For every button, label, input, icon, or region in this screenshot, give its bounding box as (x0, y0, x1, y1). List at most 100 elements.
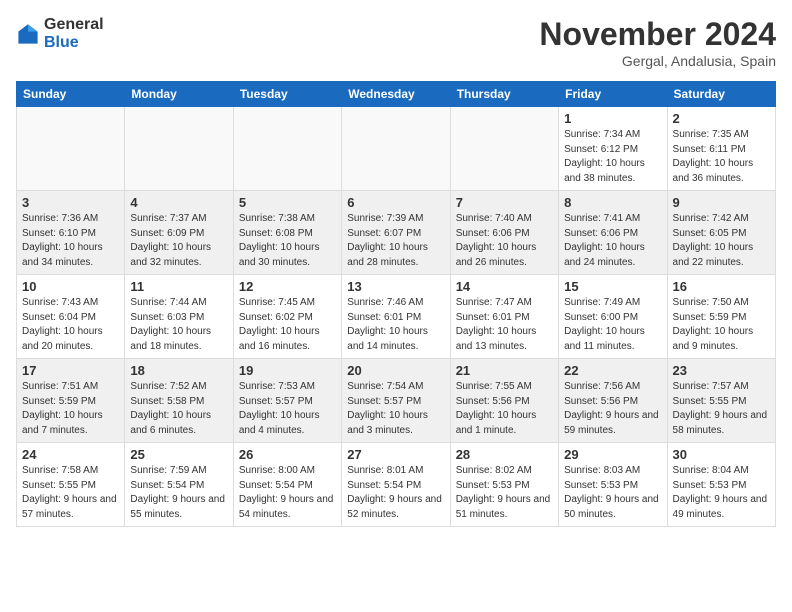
calendar-cell: 30Sunrise: 8:04 AMSunset: 5:53 PMDayligh… (667, 443, 775, 527)
cell-day-number: 10 (22, 279, 119, 294)
calendar-cell: 19 Sunrise: 7:53 AMSunset: 5:57 PMDayligh… (233, 359, 341, 443)
cell-day-number: 2 (673, 111, 770, 126)
cell-info-text: Sunrise: 7:52 AMSunset: 5:58 PMDaylight:… (130, 380, 227, 438)
calendar-header-row: SundayMondayTuesdayWednesdayThursdayFrid… (17, 82, 776, 107)
cell-day-number: 26 (239, 447, 336, 462)
cell-day-number: 12 (239, 279, 336, 294)
calendar-cell: 9 Sunrise: 7:42 AMSunset: 6:05 PMDaylight… (667, 191, 775, 275)
weekday-header-thursday: Thursday (450, 82, 558, 107)
cell-day-number: 15 (564, 279, 661, 294)
calendar-cell: 23 Sunrise: 7:57 AMSunset: 5:55 PMDayligh… (667, 359, 775, 443)
cell-day-number: 19 (239, 363, 336, 378)
cell-info-text: Sunrise: 7:55 AMSunset: 5:56 PMDaylight:… (456, 380, 553, 438)
cell-info-text: Sunrise: 7:56 AMSunset: 5:56 PMDaylight:… (564, 380, 661, 438)
cell-day-number: 6 (347, 195, 444, 210)
calendar-week-row: 1 Sunrise: 7:34 AMSunset: 6:12 PMDaylight… (17, 107, 776, 191)
calendar-cell (342, 107, 450, 191)
calendar-cell: 1 Sunrise: 7:34 AMSunset: 6:12 PMDaylight… (559, 107, 667, 191)
calendar-cell: 11Sunrise: 7:44 AMSunset: 6:03 PMDayligh… (125, 275, 233, 359)
calendar-cell: 10 Sunrise: 7:43 AMSunset: 6:04 PMDayligh… (17, 275, 125, 359)
cell-info-text: Sunrise: 8:02 AMSunset: 5:53 PMDaylight:… (456, 464, 553, 522)
calendar-cell: 3Sunrise: 7:36 AMSunset: 6:10 PMDaylight… (17, 191, 125, 275)
weekday-header-monday: Monday (125, 82, 233, 107)
calendar-cell: 22Sunrise: 7:56 AMSunset: 5:56 PMDayligh… (559, 359, 667, 443)
cell-day-number: 20 (347, 363, 444, 378)
cell-info-text: Sunrise: 7:54 AMSunset: 5:57 PMDaylight:… (347, 380, 444, 438)
cell-info-text: Sunrise: 8:03 AMSunset: 5:53 PMDaylight:… (564, 464, 661, 522)
calendar-cell: 2 Sunrise: 7:35 AMSunset: 6:11 PMDaylight… (667, 107, 775, 191)
logo-general-text: General (44, 16, 104, 34)
calendar-table: SundayMondayTuesdayWednesdayThursdayFrid… (16, 81, 776, 527)
cell-day-number: 7 (456, 195, 553, 210)
logo-icon (16, 22, 40, 46)
logo-text: General Blue (44, 16, 104, 51)
cell-info-text: Sunrise: 7:44 AMSunset: 6:03 PMDaylight:… (130, 296, 227, 354)
cell-day-number: 21 (456, 363, 553, 378)
cell-info-text: Sunrise: 7:57 AMSunset: 5:55 PMDaylight:… (673, 380, 770, 438)
weekday-header-sunday: Sunday (17, 82, 125, 107)
calendar-cell: 20 Sunrise: 7:54 AMSunset: 5:57 PMDayligh… (342, 359, 450, 443)
calendar-cell: 29 Sunrise: 8:03 AMSunset: 5:53 PMDayligh… (559, 443, 667, 527)
calendar-cell (233, 107, 341, 191)
cell-day-number: 5 (239, 195, 336, 210)
calendar-location: Gergal, Andalusia, Spain (539, 53, 776, 69)
calendar-cell: 15 Sunrise: 7:49 AMSunset: 6:00 PMDayligh… (559, 275, 667, 359)
calendar-cell: 13 Sunrise: 7:46 AMSunset: 6:01 PMDayligh… (342, 275, 450, 359)
cell-info-text: Sunrise: 7:47 AMSunset: 6:01 PMDaylight:… (456, 296, 553, 354)
calendar-week-row: 3Sunrise: 7:36 AMSunset: 6:10 PMDaylight… (17, 191, 776, 275)
cell-info-text: Sunrise: 7:35 AMSunset: 6:11 PMDaylight:… (673, 128, 770, 186)
calendar-cell (125, 107, 233, 191)
cell-info-text: Sunrise: 7:43 AMSunset: 6:04 PMDaylight:… (22, 296, 119, 354)
cell-info-text: Sunrise: 7:34 AMSunset: 6:12 PMDaylight:… (564, 128, 661, 186)
cell-info-text: Sunrise: 7:41 AMSunset: 6:06 PMDaylight:… (564, 212, 661, 270)
calendar-cell: 6 Sunrise: 7:39 AMSunset: 6:07 PMDaylight… (342, 191, 450, 275)
calendar-week-row: 10 Sunrise: 7:43 AMSunset: 6:04 PMDayligh… (17, 275, 776, 359)
cell-day-number: 25 (130, 447, 227, 462)
cell-day-number: 29 (564, 447, 661, 462)
weekday-header-saturday: Saturday (667, 82, 775, 107)
cell-info-text: Sunrise: 7:50 AMSunset: 5:59 PMDaylight:… (673, 296, 770, 354)
cell-day-number: 13 (347, 279, 444, 294)
logo-blue-text: Blue (44, 34, 104, 52)
cell-info-text: Sunrise: 7:37 AMSunset: 6:09 PMDaylight:… (130, 212, 227, 270)
weekday-header-tuesday: Tuesday (233, 82, 341, 107)
calendar-cell: 18 Sunrise: 7:52 AMSunset: 5:58 PMDayligh… (125, 359, 233, 443)
cell-info-text: Sunrise: 8:04 AMSunset: 5:53 PMDaylight:… (673, 464, 770, 522)
cell-info-text: Sunrise: 7:58 AMSunset: 5:55 PMDaylight:… (22, 464, 119, 522)
cell-info-text: Sunrise: 7:42 AMSunset: 6:05 PMDaylight:… (673, 212, 770, 270)
calendar-cell: 7Sunrise: 7:40 AMSunset: 6:06 PMDaylight… (450, 191, 558, 275)
cell-info-text: Sunrise: 7:59 AMSunset: 5:54 PMDaylight:… (130, 464, 227, 522)
cell-info-text: Sunrise: 7:38 AMSunset: 6:08 PMDaylight:… (239, 212, 336, 270)
cell-info-text: Sunrise: 7:53 AMSunset: 5:57 PMDaylight:… (239, 380, 336, 438)
calendar-cell: 28Sunrise: 8:02 AMSunset: 5:53 PMDayligh… (450, 443, 558, 527)
cell-day-number: 1 (564, 111, 661, 126)
calendar-cell: 21 Sunrise: 7:55 AMSunset: 5:56 PMDayligh… (450, 359, 558, 443)
cell-day-number: 24 (22, 447, 119, 462)
calendar-cell: 26 Sunrise: 8:00 AMSunset: 5:54 PMDayligh… (233, 443, 341, 527)
weekday-header-friday: Friday (559, 82, 667, 107)
calendar-title: November 2024 (539, 16, 776, 53)
weekday-header-wednesday: Wednesday (342, 82, 450, 107)
calendar-cell (450, 107, 558, 191)
cell-day-number: 17 (22, 363, 119, 378)
calendar-cell: 4Sunrise: 7:37 AMSunset: 6:09 PMDaylight… (125, 191, 233, 275)
cell-day-number: 18 (130, 363, 227, 378)
cell-day-number: 8 (564, 195, 661, 210)
cell-info-text: Sunrise: 8:00 AMSunset: 5:54 PMDaylight:… (239, 464, 336, 522)
cell-info-text: Sunrise: 7:39 AMSunset: 6:07 PMDaylight:… (347, 212, 444, 270)
calendar-week-row: 24 Sunrise: 7:58 AMSunset: 5:55 PMDayligh… (17, 443, 776, 527)
cell-day-number: 23 (673, 363, 770, 378)
title-block: November 2024 Gergal, Andalusia, Spain (539, 16, 776, 69)
cell-day-number: 16 (673, 279, 770, 294)
cell-day-number: 9 (673, 195, 770, 210)
cell-info-text: Sunrise: 7:46 AMSunset: 6:01 PMDaylight:… (347, 296, 444, 354)
cell-info-text: Sunrise: 7:45 AMSunset: 6:02 PMDaylight:… (239, 296, 336, 354)
calendar-cell (17, 107, 125, 191)
calendar-cell: 16 Sunrise: 7:50 AMSunset: 5:59 PMDayligh… (667, 275, 775, 359)
calendar-cell: 25 Sunrise: 7:59 AMSunset: 5:54 PMDayligh… (125, 443, 233, 527)
calendar-cell: 5 Sunrise: 7:38 AMSunset: 6:08 PMDaylight… (233, 191, 341, 275)
cell-day-number: 14 (456, 279, 553, 294)
calendar-cell: 12 Sunrise: 7:45 AMSunset: 6:02 PMDayligh… (233, 275, 341, 359)
calendar-cell: 8 Sunrise: 7:41 AMSunset: 6:06 PMDaylight… (559, 191, 667, 275)
cell-info-text: Sunrise: 7:49 AMSunset: 6:00 PMDaylight:… (564, 296, 661, 354)
